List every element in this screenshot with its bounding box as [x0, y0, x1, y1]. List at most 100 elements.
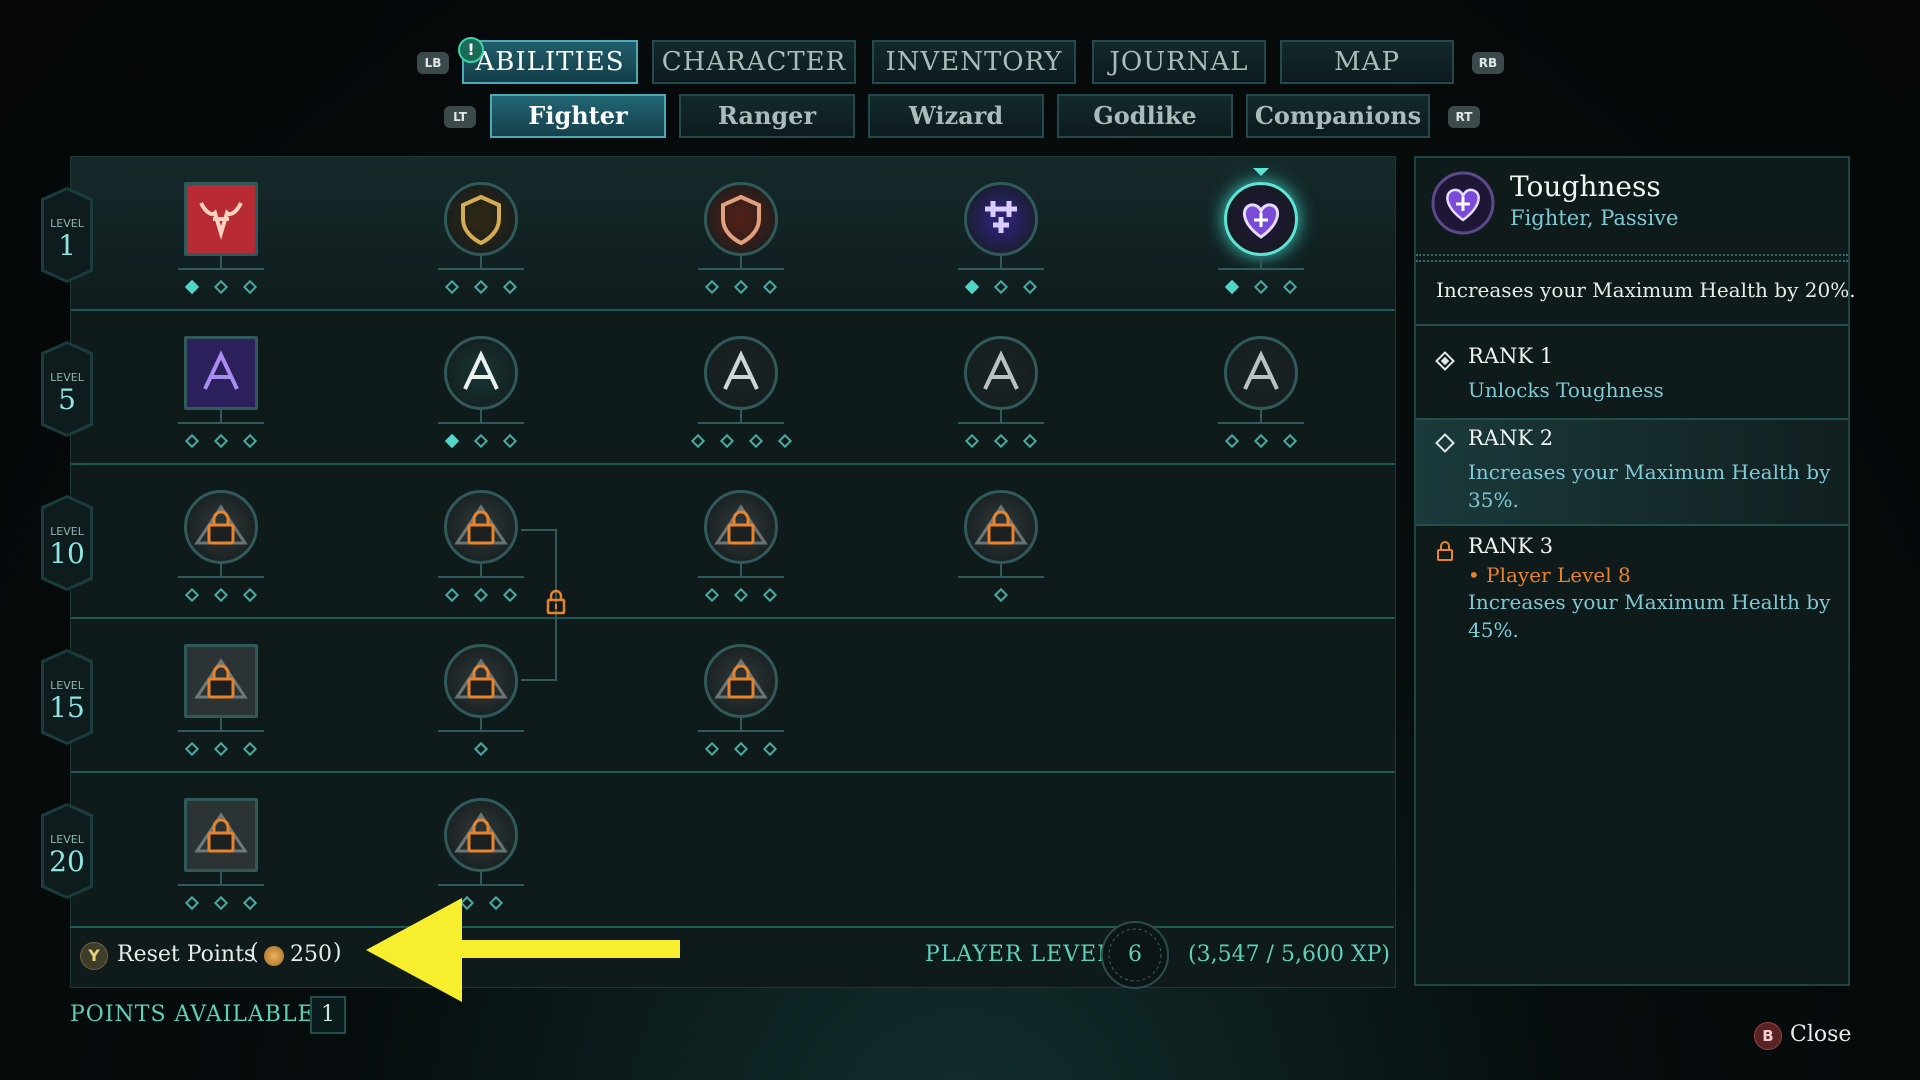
node-stem	[480, 718, 482, 730]
node-stem	[220, 256, 222, 268]
tab-abilities[interactable]: ABILITIES	[462, 40, 638, 84]
rank-pip-icon	[762, 587, 778, 603]
notification-badge: !	[458, 37, 484, 63]
node-baseline	[178, 268, 264, 270]
reset-y-button[interactable]: Y	[80, 942, 108, 970]
node-baseline	[178, 730, 264, 732]
rank-pip-icon	[184, 587, 200, 603]
ability-node[interactable]	[964, 182, 1038, 256]
rank-pip-icon	[733, 741, 749, 757]
lt-button[interactable]: LT	[444, 106, 476, 128]
node-stem	[1000, 564, 1002, 576]
level-number: 10	[49, 537, 85, 570]
rank-pip-icon	[748, 433, 763, 449]
node-stem	[220, 410, 222, 422]
node-stem	[480, 564, 482, 576]
ability-node[interactable]	[704, 336, 778, 410]
rank1-label: RANK 1	[1468, 344, 1554, 368]
close-label[interactable]: Close	[1790, 1022, 1851, 1047]
ability-node[interactable]	[444, 336, 518, 410]
rank-pip-icon	[502, 587, 518, 603]
node-stem	[480, 410, 482, 422]
ability-node[interactable]	[184, 644, 258, 718]
ability-node[interactable]	[184, 182, 258, 256]
ability-node[interactable]	[1224, 182, 1298, 256]
ability-node[interactable]	[1224, 336, 1298, 410]
detail-subtitle: Fighter, Passive	[1510, 206, 1679, 230]
ability-node[interactable]	[184, 490, 258, 564]
ability-node[interactable]	[964, 490, 1038, 564]
ability-node[interactable]	[444, 644, 518, 718]
bull-rage-icon	[199, 202, 243, 240]
annotation-arrow-shaft	[440, 940, 680, 958]
node-stem	[740, 410, 742, 422]
subtab-fighter[interactable]: Fighter	[490, 94, 666, 138]
node-baseline	[698, 422, 784, 424]
node-stem	[740, 718, 742, 730]
rank-pip-icon	[184, 741, 200, 757]
rank-pip-icon	[242, 433, 258, 449]
ability-node[interactable]	[444, 182, 518, 256]
level-number: 20	[49, 845, 85, 878]
rank-pip-icon	[213, 433, 229, 449]
rank-pip-icon	[184, 433, 200, 449]
node-stem	[480, 256, 482, 268]
node-stem	[1260, 410, 1262, 422]
detail-title: Toughness	[1510, 170, 1661, 203]
ability-tree: LEVEL 1 LEVEL 5 LEVEL 10 LEVEL 15 LEVEL …	[41, 156, 1396, 988]
shield-bash-icon	[721, 194, 761, 246]
rank-pip-icon	[242, 741, 258, 757]
rank-pip-icon	[242, 587, 258, 603]
subtab-ranger[interactable]: Ranger	[679, 94, 855, 138]
tab-character[interactable]: CHARACTER	[652, 40, 856, 84]
ability-node[interactable]	[704, 182, 778, 256]
ability-node[interactable]	[184, 336, 258, 410]
level-badge-15: LEVEL 15	[41, 649, 93, 745]
purple-dash-icon	[203, 350, 239, 390]
level-badge-20: LEVEL 20	[41, 803, 93, 899]
rank-pip-icon	[473, 433, 489, 449]
locked-ability-icon	[714, 504, 768, 545]
rt-button[interactable]: RT	[1448, 106, 1480, 128]
subtab-godlike[interactable]: Godlike	[1057, 94, 1233, 138]
ability-node[interactable]	[444, 490, 518, 564]
close-b-button[interactable]: B	[1754, 1022, 1782, 1050]
node-stem	[740, 564, 742, 576]
rank-pip-icon	[1282, 433, 1298, 449]
rank-pip-icon	[704, 587, 720, 603]
ability-detail-panel: Toughness Fighter, Passive Increases you…	[1414, 156, 1856, 986]
rank3-desc-line2: 45%.	[1468, 618, 1519, 642]
fist-strike-icon	[723, 350, 759, 390]
reset-points-label[interactable]: Reset Points	[117, 942, 255, 967]
rank-pip-icon	[704, 741, 720, 757]
node-baseline	[438, 422, 524, 424]
row-divider	[71, 617, 1395, 619]
tab-inventory[interactable]: INVENTORY	[872, 40, 1076, 84]
locked-ability-icon	[454, 658, 508, 699]
rb-button[interactable]: RB	[1472, 52, 1504, 74]
rank-pip-icon	[488, 895, 503, 911]
subtab-companions[interactable]: Companions	[1246, 94, 1430, 138]
rank-pip-icon	[690, 433, 705, 449]
ability-node[interactable]	[444, 798, 518, 872]
points-available-label: POINTS AVAILABLE	[70, 1002, 315, 1027]
ability-node[interactable]	[964, 336, 1038, 410]
tab-map[interactable]: MAP	[1280, 40, 1454, 84]
locked-ability-icon	[194, 504, 248, 545]
rank-pip-icon	[1253, 433, 1269, 449]
node-baseline	[698, 268, 784, 270]
lb-button[interactable]: LB	[417, 52, 449, 74]
ability-node[interactable]	[704, 644, 778, 718]
tab-journal[interactable]: JOURNAL	[1092, 40, 1266, 84]
points-available-value: 1	[310, 996, 346, 1034]
rank-pip-icon	[762, 741, 778, 757]
player-level-value: 6	[1128, 942, 1142, 967]
ability-node[interactable]	[184, 798, 258, 872]
ability-node[interactable]	[704, 490, 778, 564]
detail-description: Increases your Maximum Health by 20%.	[1436, 278, 1856, 302]
rank-pip-icon	[213, 587, 229, 603]
rank3-lock-icon	[1437, 541, 1453, 561]
subtab-wizard[interactable]: Wizard	[868, 94, 1044, 138]
selection-marker-icon	[1253, 168, 1269, 176]
node-baseline	[438, 730, 524, 732]
